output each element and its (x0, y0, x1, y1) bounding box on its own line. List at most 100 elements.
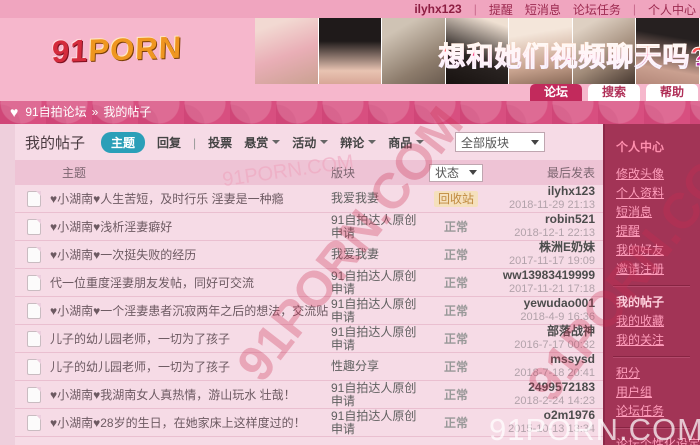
header-subject: 主题 (53, 164, 331, 181)
thread-title-link[interactable]: 儿子的幼儿园老师，一切为了孩子 (41, 358, 331, 375)
topbar-link[interactable]: 短消息 (525, 1, 561, 18)
forum-filter-select[interactable]: 全部版块 (455, 132, 545, 152)
thread-title-link[interactable]: ♥小湖南♥我湖南女人真热情，游山玩水 壮哉！ (41, 386, 331, 403)
lastpost-user-link[interactable]: yewudao001 (485, 297, 595, 310)
toolbar-tab[interactable]: 投票 (208, 134, 232, 151)
sidebar-divider (613, 427, 690, 429)
breadcrumb-separator: » (92, 105, 99, 119)
thread-forum-link[interactable]: 91自拍达人原创申请 (331, 214, 427, 240)
sidebar-item-link[interactable]: 个人资料 (616, 184, 700, 203)
topbar-link[interactable]: 论坛任务 (573, 1, 621, 18)
thread-forum-link[interactable]: 性趣分享 (331, 360, 427, 373)
status-filter-select[interactable]: 状态 (429, 164, 483, 182)
toolbar-tab[interactable]: 回复 (157, 134, 181, 151)
heart-icon: ♥ (10, 104, 18, 120)
nav-tab[interactable]: 搜索 (588, 84, 640, 101)
thread-status: 正常 (427, 302, 485, 319)
thread-forum-link[interactable]: 91自拍达人原创申请 (331, 326, 427, 352)
lastpost-user-link[interactable]: mssysd (485, 353, 595, 366)
toolbar-tab[interactable]: 商品 (388, 134, 424, 151)
thread-title-link[interactable]: 儿子的幼儿园老师，一切为了孩子 (41, 330, 331, 347)
toolbar-tab[interactable]: 活动 (292, 134, 328, 151)
lastpost-date: 2016-7-17 00:32 (514, 339, 595, 351)
lastpost-date: 2018-11-29 21:13 (509, 199, 595, 211)
table-row[interactable]: 代一位重度淫妻朋友发帖，同好可交流 91自拍达人原创申请 正常 ww139834… (15, 269, 603, 297)
sidebar-item-link[interactable]: 积分 (616, 364, 700, 383)
thread-status: 正常 (427, 386, 485, 403)
lastpost-user-link[interactable]: 株洲E奶妹 (485, 241, 595, 254)
nav-tab[interactable]: 论坛 (530, 84, 582, 101)
thread-forum-link[interactable]: 我爱我妻 (331, 248, 427, 261)
lastpost-date: 2018-7-18 20:41 (514, 367, 595, 379)
topbar: ilyhx123|提醒短消息论坛任务|个人中心 (0, 0, 700, 18)
topbar-separator: | (633, 2, 636, 16)
sidebar-item-link[interactable]: 我的收藏 (616, 312, 700, 331)
table-row[interactable]: ♥小湖南♥人生苦短，及时行乐 淫妻是一种瘾 我爱我妻 回收站 ilyhx123 … (15, 185, 603, 213)
toolbar-tab[interactable]: 主题 (101, 132, 145, 153)
ad-banner[interactable]: 想和她们视频聊天吗? (255, 18, 700, 84)
thread-forum-link[interactable]: 91自拍达人原创申请 (331, 270, 427, 296)
sidebar-item-link[interactable]: 邀请注册 (616, 260, 700, 279)
thread-status: 正常 (427, 358, 485, 375)
lastpost-date: 2017-11-17 19:09 (509, 255, 595, 267)
sidebar-item-link[interactable]: 提醒 (616, 222, 700, 241)
thread-doc-icon (27, 359, 41, 375)
lastpost-user-link[interactable]: o2m1976 (485, 409, 595, 422)
topbar-username-link[interactable]: ilyhx123 (414, 2, 461, 16)
toolbar-tab[interactable]: 悬赏 (244, 134, 280, 151)
thread-status: 正常 (427, 246, 485, 263)
sidebar-item-link[interactable]: 短消息 (616, 203, 700, 222)
nav-row: 论坛搜索帮助 (0, 84, 700, 101)
thread-forum-link[interactable]: 91自拍达人原创申请 (331, 298, 427, 324)
thread-forum-link[interactable]: 91自拍达人原创申请 (331, 382, 427, 408)
site-header: 91PORN 想和她们视频聊天吗? (0, 18, 700, 84)
thread-title-link[interactable]: 代一位重度淫妻朋友发帖，同好可交流 (41, 274, 331, 291)
thread-forum-link[interactable]: 91自拍达人原创申请 (331, 410, 427, 436)
sidebar-item-link[interactable]: 我的关注 (616, 331, 700, 350)
table-row[interactable]: 儿子的幼儿园老师，一切为了孩子 91自拍达人原创申请 正常 部落战神 2016-… (15, 325, 603, 353)
toolbar-separator: | (193, 136, 196, 150)
thread-title-link[interactable]: ♥小湖南♥一个淫妻患者沉寂两年之后的想法，交流贴 (41, 302, 331, 319)
sidebar-item-link[interactable]: 论坛个性化设定 (616, 435, 700, 445)
thread-title-link[interactable]: ♥小湖南♥人生苦短，及时行乐 淫妻是一种瘾 (41, 190, 331, 207)
topbar-link[interactable]: 提醒 (489, 1, 513, 18)
toolbar-tab[interactable]: 辩论 (340, 134, 376, 151)
sidebar-item-link[interactable]: 我的帖子 (616, 293, 700, 312)
lastpost-user-link[interactable]: ilyhx123 (485, 185, 595, 198)
sidebar-item-link[interactable]: 我的好友 (616, 241, 700, 260)
table-row[interactable]: ♥小湖南♥一次挺失败的经历 我爱我妻 正常 株洲E奶妹 2017-11-17 1… (15, 241, 603, 269)
lastpost-user-link[interactable]: ww13983419999 (485, 269, 595, 282)
breadcrumb-forum-link[interactable]: 91自拍论坛 (25, 105, 86, 119)
sidebar-section-header: 个人中心 (616, 138, 700, 156)
thread-title-link[interactable]: ♥小湖南♥一次挺失败的经历 (41, 246, 331, 263)
site-logo[interactable]: 91PORN (51, 30, 183, 71)
header-status-col: 状态 (427, 164, 485, 182)
thread-lastpost: robin521 2018-12-1 22:13 (485, 213, 603, 240)
dropdown-caret-icon (531, 140, 539, 145)
chevron-down-icon (368, 140, 376, 144)
nav-tab[interactable]: 帮助 (646, 84, 698, 101)
nav-tabs: 论坛搜索帮助 (530, 84, 698, 101)
lastpost-user-link[interactable]: 部落战神 (485, 325, 595, 338)
lastpost-date: 2017-11-21 17:18 (509, 283, 595, 295)
topbar-link[interactable]: 个人中心 (648, 1, 696, 18)
thread-lastpost: ww13983419999 2017-11-21 17:18 (485, 269, 603, 296)
thread-title-link[interactable]: ♥小湖南♥浅析淫妻癖好 (41, 218, 331, 235)
table-row[interactable]: ♥小湖南♥浅析淫妻癖好 91自拍达人原创申请 正常 robin521 2018-… (15, 213, 603, 241)
thread-title-link[interactable]: ♥小湖南♥28岁的生日，在她家床上这样度过的！ (41, 414, 331, 431)
table-row[interactable]: ♥小湖南♥一个淫妻患者沉寂两年之后的想法，交流贴 91自拍达人原创申请 正常 y… (15, 297, 603, 325)
lastpost-user-link[interactable]: robin521 (485, 213, 595, 226)
table-row[interactable]: ♥小湖南♥我湖南女人真热情，游山玩水 壮哉！ 91自拍达人原创申请 正常 249… (15, 381, 603, 409)
thread-status: 正常 (427, 274, 485, 291)
table-row[interactable]: ♥小湖南♥28岁的生日，在她家床上这样度过的！ 91自拍达人原创申请 正常 o2… (15, 409, 603, 437)
lastpost-user-link[interactable]: 2499572183 (485, 381, 595, 394)
table-row[interactable]: 儿子的幼儿园老师，一切为了孩子 性趣分享 正常 mssysd 2018-7-18… (15, 353, 603, 381)
sidebar-item-link[interactable]: 修改头像 (616, 165, 700, 184)
thread-forum-link[interactable]: 我爱我妻 (331, 192, 427, 205)
thread-doc-icon (27, 303, 41, 319)
sidebar-item-link[interactable]: 用户组 (616, 383, 700, 402)
status-filter-value: 状态 (435, 164, 459, 181)
table-header: 主题 版块 状态 最后发表 (15, 160, 603, 185)
sidebar-item-link[interactable]: 论坛任务 (616, 402, 700, 421)
thread-lastpost: ilyhx123 2018-11-29 21:13 (485, 185, 603, 212)
